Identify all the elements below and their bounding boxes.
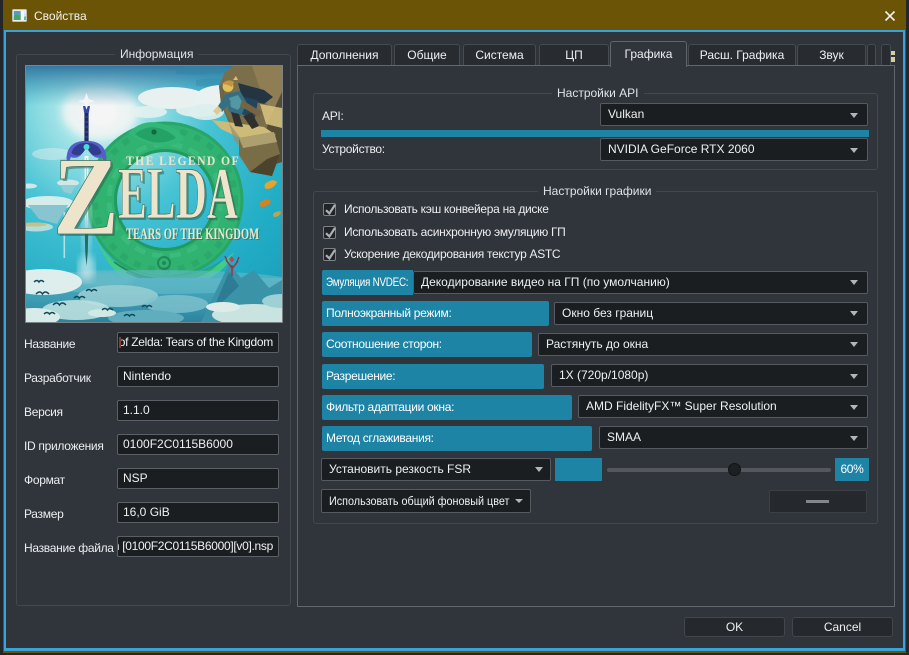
svg-text:ELDA: ELDA: [118, 153, 238, 235]
svg-text:Z: Z: [53, 135, 119, 259]
svg-text:TEARS OF THE KINGDOM: TEARS OF THE KINGDOM: [126, 226, 259, 243]
